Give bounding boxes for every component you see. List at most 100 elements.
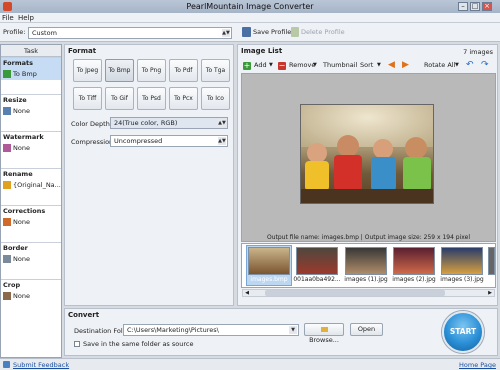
- remove-button[interactable]: Remove: [289, 60, 315, 71]
- move-down-icon[interactable]: ▶: [402, 60, 409, 71]
- format-to-pdf-button[interactable]: To Pdf: [169, 59, 198, 82]
- thumb-label: images.bmp: [250, 276, 288, 283]
- preview-image: [300, 104, 434, 204]
- thumbnail[interactable]: [488, 247, 495, 275]
- chevron-down-icon[interactable]: ▼: [377, 60, 381, 71]
- submit-feedback-link[interactable]: Submit Feedback: [13, 361, 69, 369]
- task-section-rename[interactable]: {Original_Na...: [1, 179, 61, 191]
- task-section-value: {Original_Na...: [13, 181, 61, 189]
- format-to-pcx-button[interactable]: To Pcx: [169, 87, 198, 110]
- format-header: Format: [68, 47, 97, 55]
- task-section-title: Border: [1, 242, 61, 253]
- add-icon: +: [243, 61, 251, 70]
- destination-path-field[interactable]: C:\Users\Marketing\Pictures\ ▼: [123, 324, 299, 336]
- thumbnail[interactable]: [296, 247, 338, 275]
- format-to-ico-button[interactable]: To Ico: [201, 87, 230, 110]
- format-to-gif-button[interactable]: To Gif: [105, 87, 134, 110]
- task-section-value: To Bmp: [13, 70, 37, 78]
- title-bar: PearlMountain Image Converter: [0, 0, 500, 13]
- menu-help[interactable]: Help: [18, 13, 34, 23]
- format-to-jpeg-button[interactable]: To Jpeg: [73, 59, 102, 82]
- task-section-title: Resize: [1, 94, 61, 105]
- same-folder-label: Save in the same folder as source: [83, 340, 194, 348]
- task-formats-icon: [3, 70, 11, 78]
- task-header: Task: [1, 45, 61, 57]
- save-icon: [242, 27, 251, 37]
- app-icon: [3, 2, 12, 11]
- task-section-spacer: [1, 302, 61, 316]
- thumbnail-button[interactable]: Thumbnail: [323, 60, 357, 71]
- home-page-link[interactable]: Home Page: [459, 361, 496, 369]
- image-count: 7 images: [463, 48, 493, 56]
- thumb-label: images (1).jpg: [344, 276, 388, 283]
- task-section-value: None: [13, 144, 30, 152]
- chevron-down-icon[interactable]: ▼: [269, 60, 273, 71]
- chevron-down-icon[interactable]: ▼: [313, 60, 317, 71]
- rotate-right-icon[interactable]: ↷: [481, 60, 489, 71]
- scroll-right-icon[interactable]: ▶: [486, 290, 494, 296]
- thumbnail[interactable]: [393, 247, 435, 275]
- task-section-title: Crop: [1, 279, 61, 290]
- scroll-left-icon[interactable]: ◀: [243, 290, 251, 296]
- task-section-value: None: [13, 255, 30, 263]
- task-section-corrections[interactable]: None: [1, 216, 61, 228]
- thumbnail[interactable]: [248, 247, 290, 275]
- chevron-down-icon: ▲▼: [218, 119, 226, 127]
- chevron-down-icon[interactable]: ▼: [455, 60, 459, 71]
- browse-label: Browse...: [309, 336, 339, 344]
- scrollbar-thumb[interactable]: [265, 290, 445, 296]
- convert-panel: Convert Destination Folder: C:\Users\Mar…: [64, 308, 498, 356]
- task-section-title: Rename: [1, 168, 61, 179]
- chevron-down-icon: ▲▼: [218, 137, 226, 145]
- minimize-icon[interactable]: –: [458, 2, 468, 11]
- task-section-title: Watermark: [1, 131, 61, 142]
- browse-button[interactable]: Browse...: [304, 323, 344, 344]
- menu-bar: File Help: [0, 13, 500, 23]
- color-depth-select[interactable]: 24(True color, RGB) ▲▼: [110, 117, 228, 129]
- compression-select[interactable]: Uncompressed ▲▼: [110, 135, 228, 147]
- delete-profile-icon: [291, 27, 299, 37]
- add-button[interactable]: Add: [254, 60, 267, 71]
- same-folder-checkbox[interactable]: [74, 341, 80, 347]
- move-up-icon[interactable]: ◀: [388, 60, 395, 71]
- maximize-icon[interactable]: □: [470, 2, 480, 11]
- destination-path-value: C:\Users\Marketing\Pictures\: [127, 326, 219, 334]
- menu-file[interactable]: File: [2, 13, 14, 23]
- format-to-psd-button[interactable]: To Psd: [137, 87, 166, 110]
- task-section-watermark[interactable]: None: [1, 142, 61, 154]
- profile-select[interactable]: Custom ▲▼: [28, 27, 232, 39]
- rotate-left-icon[interactable]: ↶: [466, 60, 474, 71]
- task-watermark-icon: [3, 144, 11, 152]
- task-section-spacer: [1, 191, 61, 205]
- task-section-value: None: [13, 107, 30, 115]
- window-title: PearlMountain Image Converter: [186, 2, 314, 11]
- open-button[interactable]: Open: [350, 323, 383, 336]
- task-panel: Task Formats To Bmp Resize None Watermark Non…: [0, 44, 62, 358]
- compression-value: Uncompressed: [114, 137, 163, 145]
- close-icon[interactable]: ×: [482, 2, 492, 11]
- thumbnail[interactable]: [345, 247, 387, 275]
- task-section-value: None: [13, 218, 30, 226]
- task-section-crop[interactable]: None: [1, 290, 61, 302]
- save-profile-button[interactable]: Save Profile: [253, 28, 291, 36]
- task-section-title: Corrections: [1, 205, 61, 216]
- start-button[interactable]: START: [442, 311, 484, 353]
- horizontal-scrollbar[interactable]: ◀ ▶: [242, 289, 495, 297]
- status-bar: Submit Feedback Home Page: [0, 358, 500, 370]
- rotate-all-button[interactable]: Rotate All: [424, 60, 455, 71]
- task-section-formats[interactable]: To Bmp: [1, 68, 61, 80]
- format-to-tga-button[interactable]: To Tga: [201, 59, 230, 82]
- sort-button[interactable]: Sort: [360, 60, 373, 71]
- delete-profile-button[interactable]: Delete Profile: [301, 28, 345, 36]
- thumb-label: images (2).jpg: [392, 276, 436, 283]
- task-section-title: Formats: [1, 57, 61, 68]
- task-section-border[interactable]: None: [1, 253, 61, 265]
- task-section-spacer: [1, 154, 61, 168]
- thumbnail[interactable]: [441, 247, 483, 275]
- color-depth-value: 24(True color, RGB): [114, 119, 178, 127]
- format-to-bmp-button[interactable]: To Bmp: [105, 59, 134, 82]
- task-section-resize[interactable]: None: [1, 105, 61, 117]
- format-to-png-button[interactable]: To Png: [137, 59, 166, 82]
- format-to-tiff-button[interactable]: To Tiff: [73, 87, 102, 110]
- task-section-value: None: [13, 292, 30, 300]
